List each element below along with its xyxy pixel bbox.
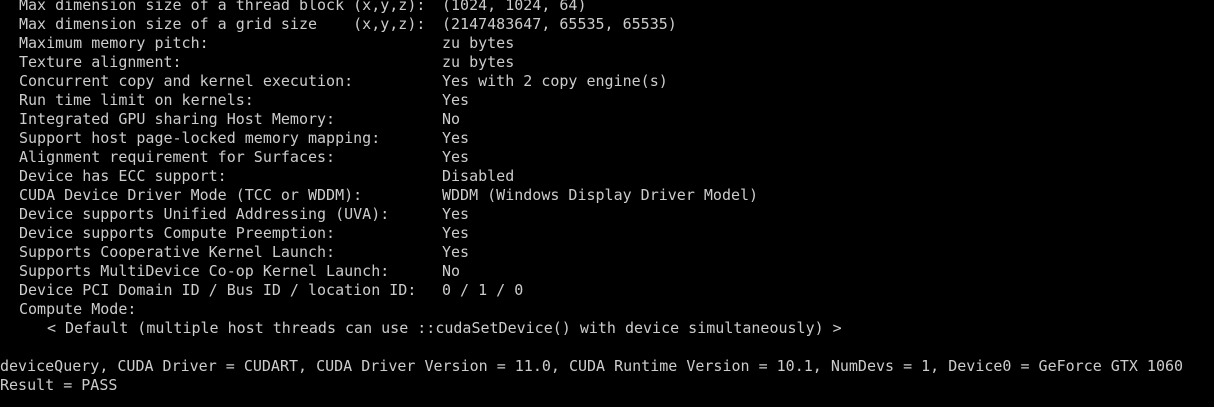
property-line-run-time-limit: Run time limit on kernels: Yes [0,91,1214,110]
property-label: Supports Cooperative Kernel Launch: [19,243,336,261]
summary-line: deviceQuery, CUDA Driver = CUDART, CUDA … [0,357,1184,375]
property-label: Texture alignment: [19,53,182,71]
property-label: Concurrent copy and kernel execution: [19,72,354,90]
property-line-ecc-support: Device has ECC support: Disabled [0,167,1214,186]
property-line-cooperative-launch: Supports Cooperative Kernel Launch: Yes [0,243,1214,262]
property-line-thread-block: Max dimension size of a thread block (x,… [0,0,1214,15]
compute-mode-label: Compute Mode: [19,300,137,318]
property-line-multidevice-launch: Supports MultiDevice Co-op Kernel Launch… [0,262,1214,281]
property-label: Support host page-locked memory mapping: [19,129,381,147]
property-value: 0 / 1 / 0 [442,281,524,299]
property-value: zu bytes [442,53,515,71]
property-line-texture-alignment: Texture alignment: zu bytes [0,53,1214,72]
property-line-driver-mode: CUDA Device Driver Mode (TCC or WDDM): WD… [0,186,1214,205]
property-value: (1024, 1024, 64) [442,0,587,14]
property-label: Device PCI Domain ID / Bus ID / location… [19,281,417,299]
terminal-output: Max dimension size of a thread block (x,… [0,0,1214,407]
property-value: Yes [442,148,470,166]
property-value: WDDM (Windows Display Driver Model) [442,186,759,204]
property-label: Device supports Compute Preemption: [19,224,336,242]
property-value: zu bytes [442,34,515,52]
property-value: Yes [442,129,470,147]
property-value: (2147483647, 65535, 65535) [442,15,677,33]
property-line-memory-pitch: Maximum memory pitch: zu bytes [0,34,1214,53]
property-line-concurrent-copy: Concurrent copy and kernel execution: Yes… [0,72,1214,91]
terminal-lines: Max dimension size of a thread block (x,… [0,0,1214,395]
property-value: Yes [442,205,470,223]
property-line-compute-preemption: Device supports Compute Preemption: Yes [0,224,1214,243]
result-line: Result = PASS [0,376,118,394]
property-line-surface-alignment: Alignment requirement for Surfaces: Yes [0,148,1214,167]
property-label: Device has ECC support: [19,167,227,185]
property-label: Device supports Unified Addressing (UVA)… [19,205,390,223]
property-line-unified-addressing: Device supports Unified Addressing (UVA)… [0,205,1214,224]
property-label: Maximum memory pitch: [19,34,209,52]
property-label: Integrated GPU sharing Host Memory: [19,110,336,128]
property-value: Yes [442,91,470,109]
property-label: CUDA Device Driver Mode (TCC or WDDM): [19,186,363,204]
property-label: Run time limit on kernels: [19,91,254,109]
compute-mode-value: < Default (multiple host threads can use… [47,319,842,337]
property-value: Yes [442,243,470,261]
property-label: Supports MultiDevice Co-op Kernel Launch… [19,262,390,280]
property-label: Alignment requirement for Surfaces: [19,148,336,166]
property-line-integrated-gpu: Integrated GPU sharing Host Memory: No [0,110,1214,129]
property-label: Max dimension size of a grid size (x,y,z… [19,15,426,33]
property-line-grid-size: Max dimension size of a grid size (x,y,z… [0,15,1214,34]
property-label: Max dimension size of a thread block (x,… [19,0,426,14]
property-line-page-locked-memory: Support host page-locked memory mapping:… [0,129,1214,148]
property-value: Disabled [442,167,515,185]
property-value: No [442,110,461,128]
property-value: Yes [442,224,470,242]
property-value: No [442,262,461,280]
property-value: Yes with 2 copy engine(s) [442,72,668,90]
property-line-pci-ids: Device PCI Domain ID / Bus ID / location… [0,281,1214,300]
